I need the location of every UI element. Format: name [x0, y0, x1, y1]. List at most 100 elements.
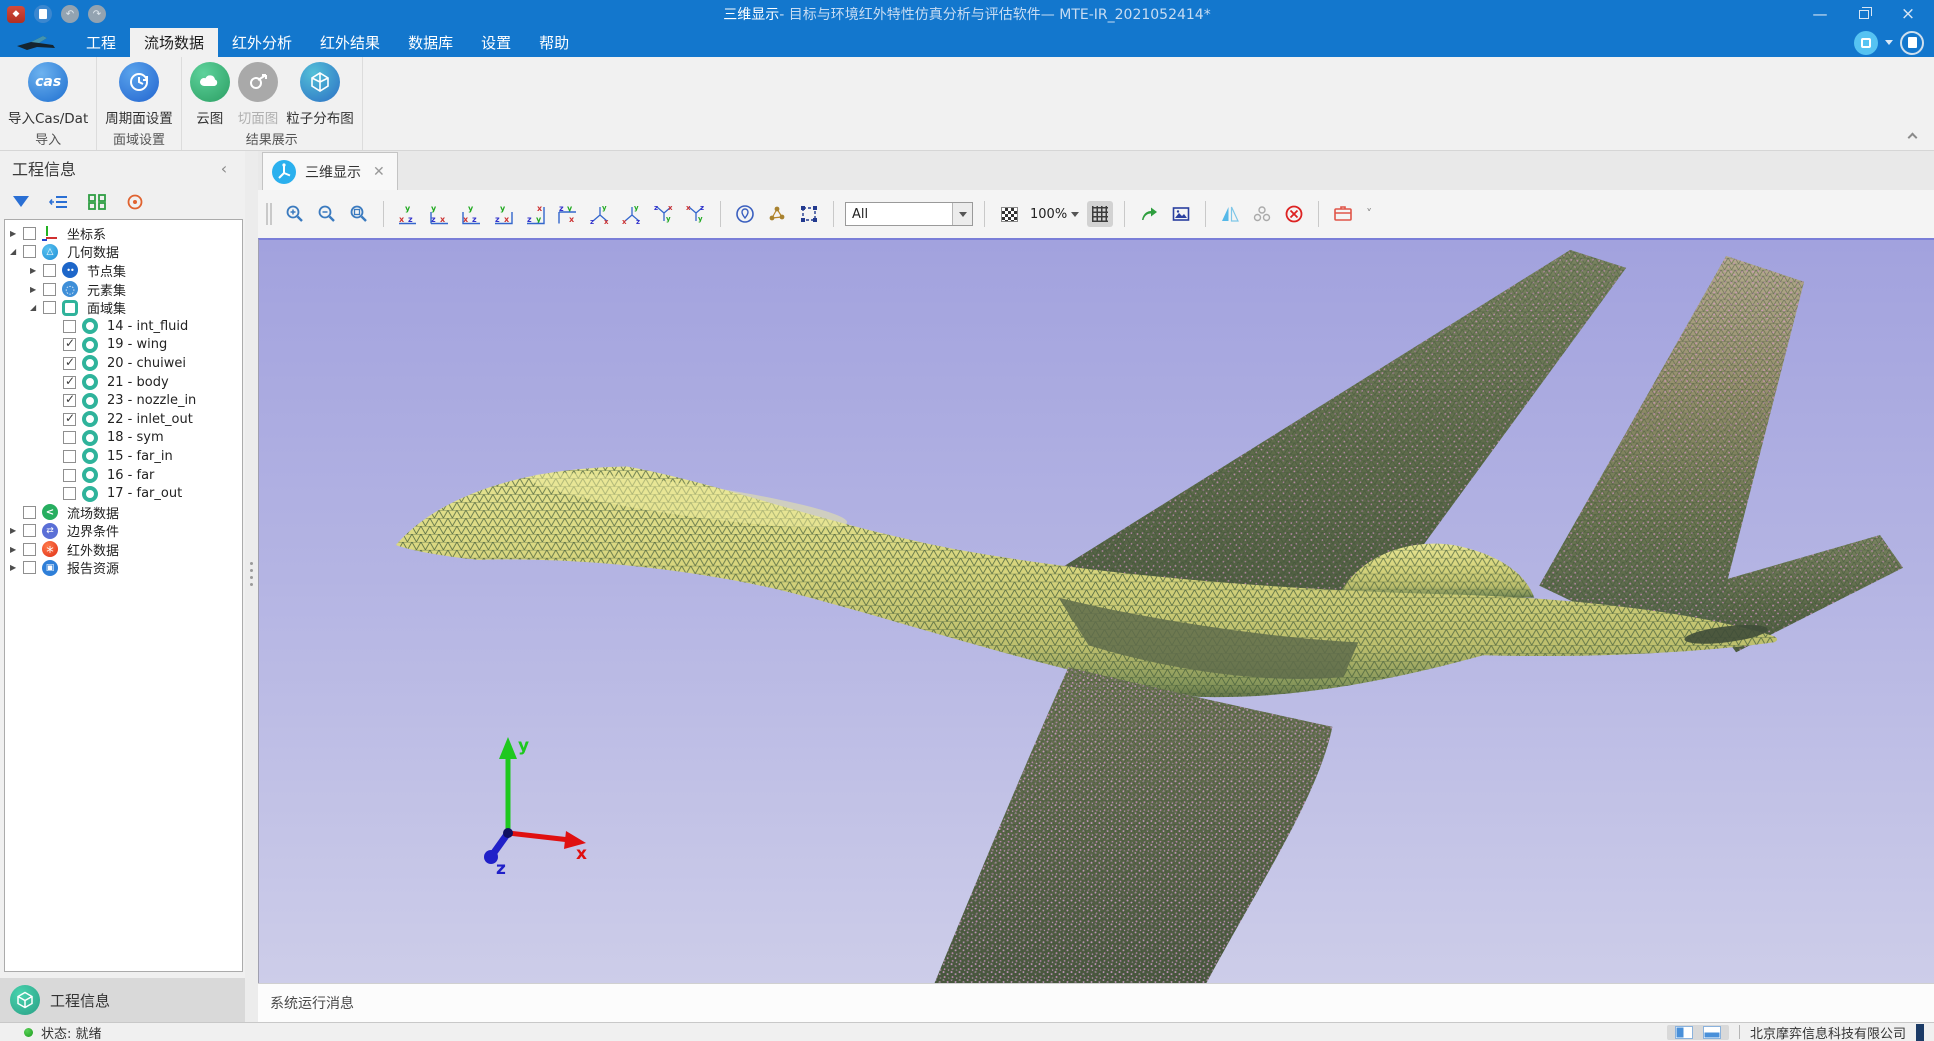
cloud-map-button[interactable]: 云图 [186, 60, 234, 127]
menu-item[interactable]: 红外结果 [306, 28, 394, 57]
tree-row[interactable]: 坐标系 [5, 224, 242, 243]
tree-checkbox[interactable] [23, 561, 36, 574]
menu-item[interactable]: 数据库 [394, 28, 467, 57]
zoom-fit-icon[interactable] [346, 201, 372, 227]
tree-row[interactable]: 节点集 [5, 261, 242, 280]
view-top-icon[interactable]: xzy [523, 201, 549, 227]
redo-icon[interactable]: ↷ [88, 5, 106, 23]
layout-left-icon[interactable] [1675, 1026, 1693, 1039]
tree-checkbox[interactable] [63, 431, 76, 444]
tree-checkbox[interactable] [43, 301, 56, 314]
view-style-icon[interactable] [1854, 31, 1878, 55]
tree-checkbox[interactable] [23, 524, 36, 537]
tree-expand-arrow[interactable] [10, 526, 23, 535]
tree-expand-arrow[interactable] [10, 563, 23, 572]
tree-checkbox[interactable] [63, 357, 76, 370]
panel-collapse-icon[interactable]: ‹ [215, 159, 233, 178]
tree-row[interactable]: 15 - far_in [5, 447, 242, 466]
display-filter-dropdown[interactable]: All [845, 202, 973, 226]
tree-checkbox[interactable] [63, 338, 76, 351]
snapshot-icon[interactable] [1168, 201, 1194, 227]
tree-checkbox[interactable] [63, 450, 76, 463]
new-document-icon[interactable] [34, 5, 52, 23]
tree-expand-arrow[interactable] [30, 303, 43, 312]
app-icon[interactable]: ◆ [7, 6, 25, 23]
outline-list-icon[interactable] [46, 190, 72, 214]
project-info-bottom-tab[interactable]: 工程信息 [0, 978, 245, 1022]
view-right-icon[interactable]: yzx [491, 201, 517, 227]
theme-icon[interactable] [1900, 31, 1924, 55]
ribbon-collapse-chevron[interactable] [1909, 134, 1918, 143]
view-iso-2-icon[interactable]: yxz [619, 201, 645, 227]
tree-row[interactable]: 元素集 [5, 280, 242, 299]
close-button[interactable]: × [1886, 0, 1930, 28]
tree-row[interactable]: 16 - far [5, 466, 242, 485]
clear-remove-icon[interactable] [1281, 201, 1307, 227]
tree-row[interactable]: 14 - int_fluid [5, 317, 242, 336]
view-iso-3-icon[interactable]: yzx [651, 201, 677, 227]
tree-checkbox[interactable] [23, 245, 36, 258]
tab-3d-view[interactable]: 三维显示 ✕ [262, 152, 398, 190]
locate-target-icon[interactable] [122, 190, 148, 214]
smooth-surface-icon[interactable] [1249, 201, 1275, 227]
tree-checkbox[interactable] [43, 264, 56, 277]
tree-expand-arrow[interactable] [10, 247, 23, 256]
import-cas-dat-button[interactable]: cas 导入Cas/Dat [4, 60, 92, 127]
tree-checkbox[interactable] [63, 469, 76, 482]
undo-icon[interactable]: ↶ [61, 5, 79, 23]
menu-item[interactable]: 流场数据 [130, 28, 218, 57]
tree-checkbox[interactable] [23, 227, 36, 240]
share-export-icon[interactable] [1136, 201, 1162, 227]
period-face-button[interactable]: 周期面设置 [101, 60, 177, 127]
chevron-down-icon[interactable] [1885, 40, 1893, 45]
tree-row[interactable]: 流场数据 [5, 503, 242, 522]
tree-checkbox[interactable] [43, 283, 56, 296]
minimize-button[interactable]: — [1798, 0, 1842, 28]
tree-checkbox[interactable] [63, 413, 76, 426]
tree-row[interactable]: 面域集 [5, 298, 242, 317]
locate-pin-icon[interactable] [732, 201, 758, 227]
view-iso-4-icon[interactable]: yxz [683, 201, 709, 227]
tree-row[interactable]: 20 - chuiwei [5, 354, 242, 373]
section-box-icon[interactable] [1330, 201, 1356, 227]
zoom-in-icon[interactable] [282, 201, 308, 227]
tree-row[interactable]: 几何数据 [5, 243, 242, 262]
tree-row[interactable]: 报告资源 [5, 559, 242, 578]
viewport-3d[interactable]: y x z [258, 238, 1934, 983]
tree-row[interactable]: 边界条件 [5, 522, 242, 541]
menu-item[interactable]: 设置 [467, 28, 525, 57]
maximize-button[interactable] [1842, 0, 1886, 28]
mirror-icon[interactable] [1217, 201, 1243, 227]
dropdown-button[interactable] [952, 203, 972, 225]
menu-item[interactable]: 帮助 [525, 28, 583, 57]
group-grid-icon[interactable] [84, 190, 110, 214]
transparency-icon[interactable] [996, 201, 1022, 227]
view-left-icon[interactable]: yxz [459, 201, 485, 227]
more-options-chevron-icon[interactable]: ˅ [1362, 207, 1376, 221]
tab-close-icon[interactable]: ✕ [373, 164, 385, 180]
zoom-level-dropdown[interactable]: 100% [1028, 207, 1081, 222]
section-map-button[interactable]: 切面图 [234, 60, 283, 127]
layout-bottom-icon[interactable] [1703, 1026, 1721, 1039]
menu-item[interactable]: 红外分析 [218, 28, 306, 57]
tree-expand-arrow[interactable] [10, 545, 23, 554]
tree-checkbox[interactable] [23, 506, 36, 519]
toolbar-grip[interactable] [266, 203, 272, 225]
tree-checkbox[interactable] [63, 394, 76, 407]
view-iso-1-icon[interactable]: yzx [587, 201, 613, 227]
tree-row[interactable]: 17 - far_out [5, 484, 242, 503]
tree-checkbox[interactable] [63, 320, 76, 333]
tree-row[interactable]: 红外数据 [5, 540, 242, 559]
tree-checkbox[interactable] [63, 376, 76, 389]
grid-toggle-icon[interactable] [1087, 201, 1113, 227]
tree-row[interactable]: 19 - wing [5, 336, 242, 355]
zoom-out-icon[interactable] [314, 201, 340, 227]
view-back-icon[interactable]: yzx [427, 201, 453, 227]
particle-map-button[interactable]: 粒子分布图 [282, 60, 358, 127]
filter-icon[interactable] [8, 190, 34, 214]
tree-row[interactable]: 18 - sym [5, 429, 242, 448]
select-box-icon[interactable] [796, 201, 822, 227]
tree-row[interactable]: 21 - body [5, 373, 242, 392]
view-bottom-icon[interactable]: zyx [555, 201, 581, 227]
tree-checkbox[interactable] [63, 487, 76, 500]
